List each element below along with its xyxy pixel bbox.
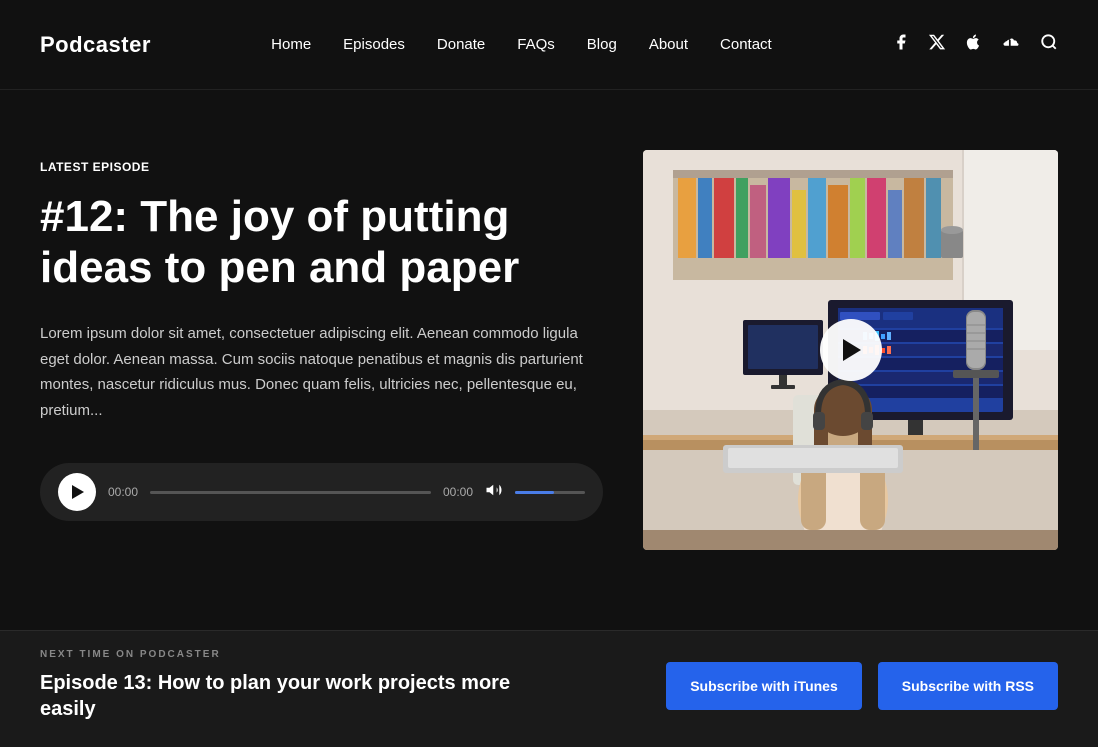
- volume-fill: [515, 491, 554, 494]
- main-nav: Home Episodes Donate FAQs Blog About Con…: [271, 36, 772, 53]
- total-time: 00:00: [443, 485, 473, 499]
- episode-description: Lorem ipsum dolor sit amet, consectetuer…: [40, 321, 603, 423]
- play-button[interactable]: [58, 473, 96, 511]
- episode-image: [643, 150, 1058, 550]
- progress-bar[interactable]: [150, 491, 431, 494]
- subscribe-buttons: Subscribe with iTunes Subscribe with RSS: [666, 662, 1058, 710]
- twitter-x-icon[interactable]: [928, 33, 946, 56]
- volume-icon[interactable]: [485, 481, 503, 504]
- nav-donate[interactable]: Donate: [437, 36, 485, 53]
- audio-player: 00:00 00:00: [40, 463, 603, 521]
- soundcloud-icon[interactable]: [1000, 33, 1022, 56]
- nav-faqs[interactable]: FAQs: [517, 36, 555, 53]
- nav-blog[interactable]: Blog: [587, 36, 617, 53]
- bottom-bar: NEXT TIME ON PODCASTER Episode 13: How t…: [0, 630, 1098, 740]
- current-time: 00:00: [108, 485, 138, 499]
- next-episode-title[interactable]: Episode 13: How to plan your work projec…: [40, 670, 520, 722]
- social-icons: [892, 33, 1058, 56]
- facebook-icon[interactable]: [892, 33, 910, 56]
- next-episode-label: NEXT TIME ON PODCASTER: [40, 649, 666, 660]
- subscribe-itunes-button[interactable]: Subscribe with iTunes: [666, 662, 862, 710]
- apple-icon[interactable]: [964, 33, 982, 56]
- nav-contact[interactable]: Contact: [720, 36, 772, 53]
- header: Podcaster Home Episodes Donate FAQs Blog…: [0, 0, 1098, 90]
- nav-about[interactable]: About: [649, 36, 688, 53]
- site-logo[interactable]: Podcaster: [40, 32, 151, 58]
- video-play-button[interactable]: [820, 319, 882, 381]
- latest-episode-label: Latest Episode: [40, 160, 603, 174]
- volume-bar[interactable]: [515, 491, 585, 494]
- hero-content: Latest Episode #12: The joy of putting i…: [40, 150, 603, 521]
- episode-image-container: [643, 150, 1058, 550]
- subscribe-rss-button[interactable]: Subscribe with RSS: [878, 662, 1058, 710]
- search-icon[interactable]: [1040, 33, 1058, 56]
- nav-home[interactable]: Home: [271, 36, 311, 53]
- hero-section: Latest Episode #12: The joy of putting i…: [0, 90, 1098, 630]
- next-episode: NEXT TIME ON PODCASTER Episode 13: How t…: [40, 649, 666, 722]
- episode-title: #12: The joy of putting ideas to pen and…: [40, 192, 603, 293]
- play-icon: [72, 485, 84, 499]
- video-play-icon: [843, 339, 861, 361]
- nav-episodes[interactable]: Episodes: [343, 36, 405, 53]
